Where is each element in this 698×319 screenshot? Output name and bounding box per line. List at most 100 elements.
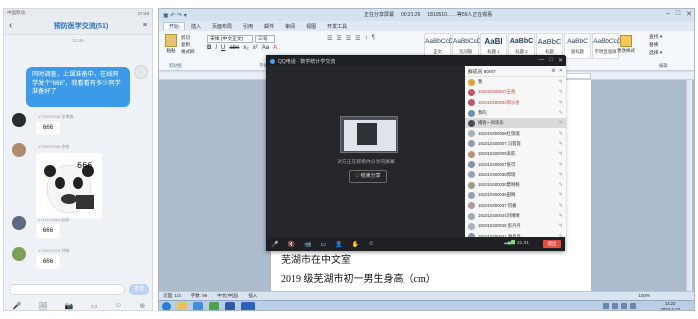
member-mic-icon[interactable]: ✎	[559, 172, 563, 178]
strikethrough-button[interactable]: abe	[229, 45, 239, 51]
change-case-button[interactable]: Aa	[262, 45, 269, 51]
sender-avatar[interactable]	[12, 143, 26, 157]
menu-icon[interactable]: ≡	[143, 22, 147, 29]
member-row[interactable]: 181010400007 冯蓉蓉 ✎	[465, 139, 566, 149]
font-size-select[interactable]: 三号	[255, 35, 275, 43]
member-row[interactable]: 181010400006杜瑞瑞 ✎	[465, 128, 566, 138]
font-color-button[interactable]: A	[273, 45, 277, 51]
voice-icon[interactable]: 🎤	[13, 302, 22, 310]
align-left-button[interactable]: ☰	[327, 35, 332, 42]
underline-button[interactable]: U	[221, 45, 225, 51]
member-mic-icon[interactable]: ✎	[559, 162, 563, 168]
member-row[interactable]: 181010400044刘晴晴 ✎	[465, 211, 566, 221]
member-mic-icon[interactable]: ✎	[559, 192, 563, 198]
member-row[interactable]: 181010400037 何嘉 ✎	[465, 201, 566, 211]
line-spacing-button[interactable]: ↕	[365, 35, 368, 42]
member-mic-icon[interactable]: ✎	[559, 120, 563, 126]
tab-insert[interactable]: 插入	[186, 23, 206, 30]
quick-access-toolbar[interactable]: ▣ ↶ ↷ ▾	[163, 12, 187, 19]
member-row[interactable]: 181010400035郭瑞 ✎	[465, 170, 566, 180]
subscript-button[interactable]: x₂	[243, 45, 248, 51]
wechat-icon[interactable]	[209, 302, 219, 310]
member-mic-icon[interactable]: ✎	[559, 151, 563, 157]
member-mic-icon[interactable]: ✎	[559, 223, 563, 229]
member-row[interactable]: 181010400034郭沙金 ✎	[465, 98, 566, 108]
send-button[interactable]: 发送	[129, 283, 149, 295]
member-row[interactable]: 181010400009高航 ✎	[465, 149, 566, 159]
raise-hand-icon[interactable]: ✋	[352, 241, 359, 248]
camera-icon[interactable]: 📹	[304, 241, 311, 248]
justify-button[interactable]: ☰	[355, 35, 360, 42]
settings-icon[interactable]: ⚙	[551, 68, 555, 74]
message-input[interactable]	[9, 283, 125, 295]
bold-button[interactable]: B	[207, 45, 211, 51]
word-taskbar-icon[interactable]	[241, 302, 255, 310]
emoji-icon[interactable]: ☺	[115, 302, 122, 309]
member-row[interactable]: 我 ✎	[465, 77, 566, 87]
back-arrow-icon[interactable]: ‹	[9, 20, 19, 31]
image-icon[interactable]: 🖼	[39, 302, 48, 310]
language[interactable]: 中文(中国)	[217, 293, 238, 299]
show-marks-button[interactable]: ¶	[372, 35, 375, 42]
file-icon[interactable]: ▭	[91, 302, 98, 310]
member-row[interactable]: 181010400027张可 ✎	[465, 159, 566, 169]
tab-home[interactable]: 开始	[163, 22, 186, 30]
maximize-icon[interactable]: □	[676, 10, 680, 18]
qq-taskbar-icon[interactable]	[225, 302, 235, 310]
member-mic-icon[interactable]: ✎	[559, 100, 563, 106]
tab-view[interactable]: 视图	[301, 23, 321, 30]
member-row[interactable]: 181010400036田畅 ✎	[465, 190, 566, 200]
browser-icon[interactable]	[193, 302, 203, 310]
member-row[interactable]: 我的 ✎	[465, 108, 566, 118]
sender-avatar[interactable]	[12, 113, 26, 127]
stop-sharing-button[interactable]: ⏻ 结束分享	[349, 170, 387, 183]
plus-icon[interactable]: ⊕	[139, 302, 145, 310]
minimize-icon[interactable]: —	[538, 57, 544, 64]
sender-avatar[interactable]	[12, 216, 26, 230]
italic-button[interactable]: I	[215, 45, 217, 51]
style-subtitle[interactable]: AaBbC 副标题	[564, 33, 591, 59]
change-styles-button[interactable]: 更改样式	[612, 35, 640, 54]
cut-button[interactable]: 剪切	[181, 34, 195, 41]
start-button[interactable]	[162, 302, 171, 310]
member-row[interactable]: 181010400017王茜 ✎	[465, 87, 566, 97]
align-right-button[interactable]: ☰	[346, 35, 351, 42]
member-row[interactable]: 播客一同快乐 ✎	[465, 118, 566, 129]
members-icon[interactable]: 👤	[335, 241, 342, 248]
close-icon[interactable]: ✕	[686, 10, 692, 18]
member-mic-icon[interactable]: ✎	[559, 89, 563, 95]
insert-mode[interactable]: 插入	[248, 293, 257, 299]
taskbar-clock[interactable]: 14:22 2020-2-23	[660, 301, 680, 310]
member-row[interactable]: 181010400030樊畅畅 ✎	[465, 180, 566, 190]
microphone-icon[interactable]: 🎤	[271, 241, 278, 248]
explorer-icon[interactable]	[177, 302, 187, 310]
member-mic-icon[interactable]: ✎	[559, 213, 563, 219]
member-mic-icon[interactable]: ✎	[559, 79, 563, 85]
tab-mailings[interactable]: 邮件	[259, 23, 279, 30]
minimize-icon[interactable]: –	[666, 10, 670, 18]
font-name-select[interactable]: 宋体 (中文正文)	[207, 35, 253, 43]
tab-developer[interactable]: 开发工具	[322, 23, 352, 30]
tab-page-layout[interactable]: 页面布局	[207, 23, 237, 30]
member-mic-icon[interactable]: ✎	[559, 141, 563, 147]
member-mic-icon[interactable]: ✎	[559, 182, 563, 188]
word-count[interactable]: 字数: 96	[191, 293, 208, 299]
tab-review[interactable]: 审阅	[280, 23, 300, 30]
close-icon[interactable]: ✕	[558, 57, 563, 64]
speaker-muted-icon[interactable]: 🔇	[287, 241, 294, 248]
copy-button[interactable]: 复制	[181, 41, 195, 48]
camera-icon[interactable]: 📷	[65, 302, 74, 310]
screen-share-icon[interactable]: ▭	[320, 241, 326, 248]
my-avatar[interactable]	[134, 65, 148, 79]
superscript-button[interactable]: x²	[253, 45, 258, 51]
member-row[interactable]: 181010400045 彭丹丹 ✎	[465, 221, 566, 231]
maximize-icon[interactable]: □	[549, 57, 553, 64]
align-center-button[interactable]: ☰	[336, 35, 341, 42]
member-mic-icon[interactable]: ✎	[559, 131, 563, 137]
member-mic-icon[interactable]: ✎	[559, 110, 563, 116]
paste-button[interactable]: 粘贴	[163, 34, 179, 58]
vertical-scrollbar[interactable]	[686, 80, 692, 291]
tab-references[interactable]: 引用	[238, 23, 258, 30]
emoji-icon[interactable]: ☺	[368, 241, 374, 247]
page-count[interactable]: 页面: 1/3	[163, 293, 181, 299]
